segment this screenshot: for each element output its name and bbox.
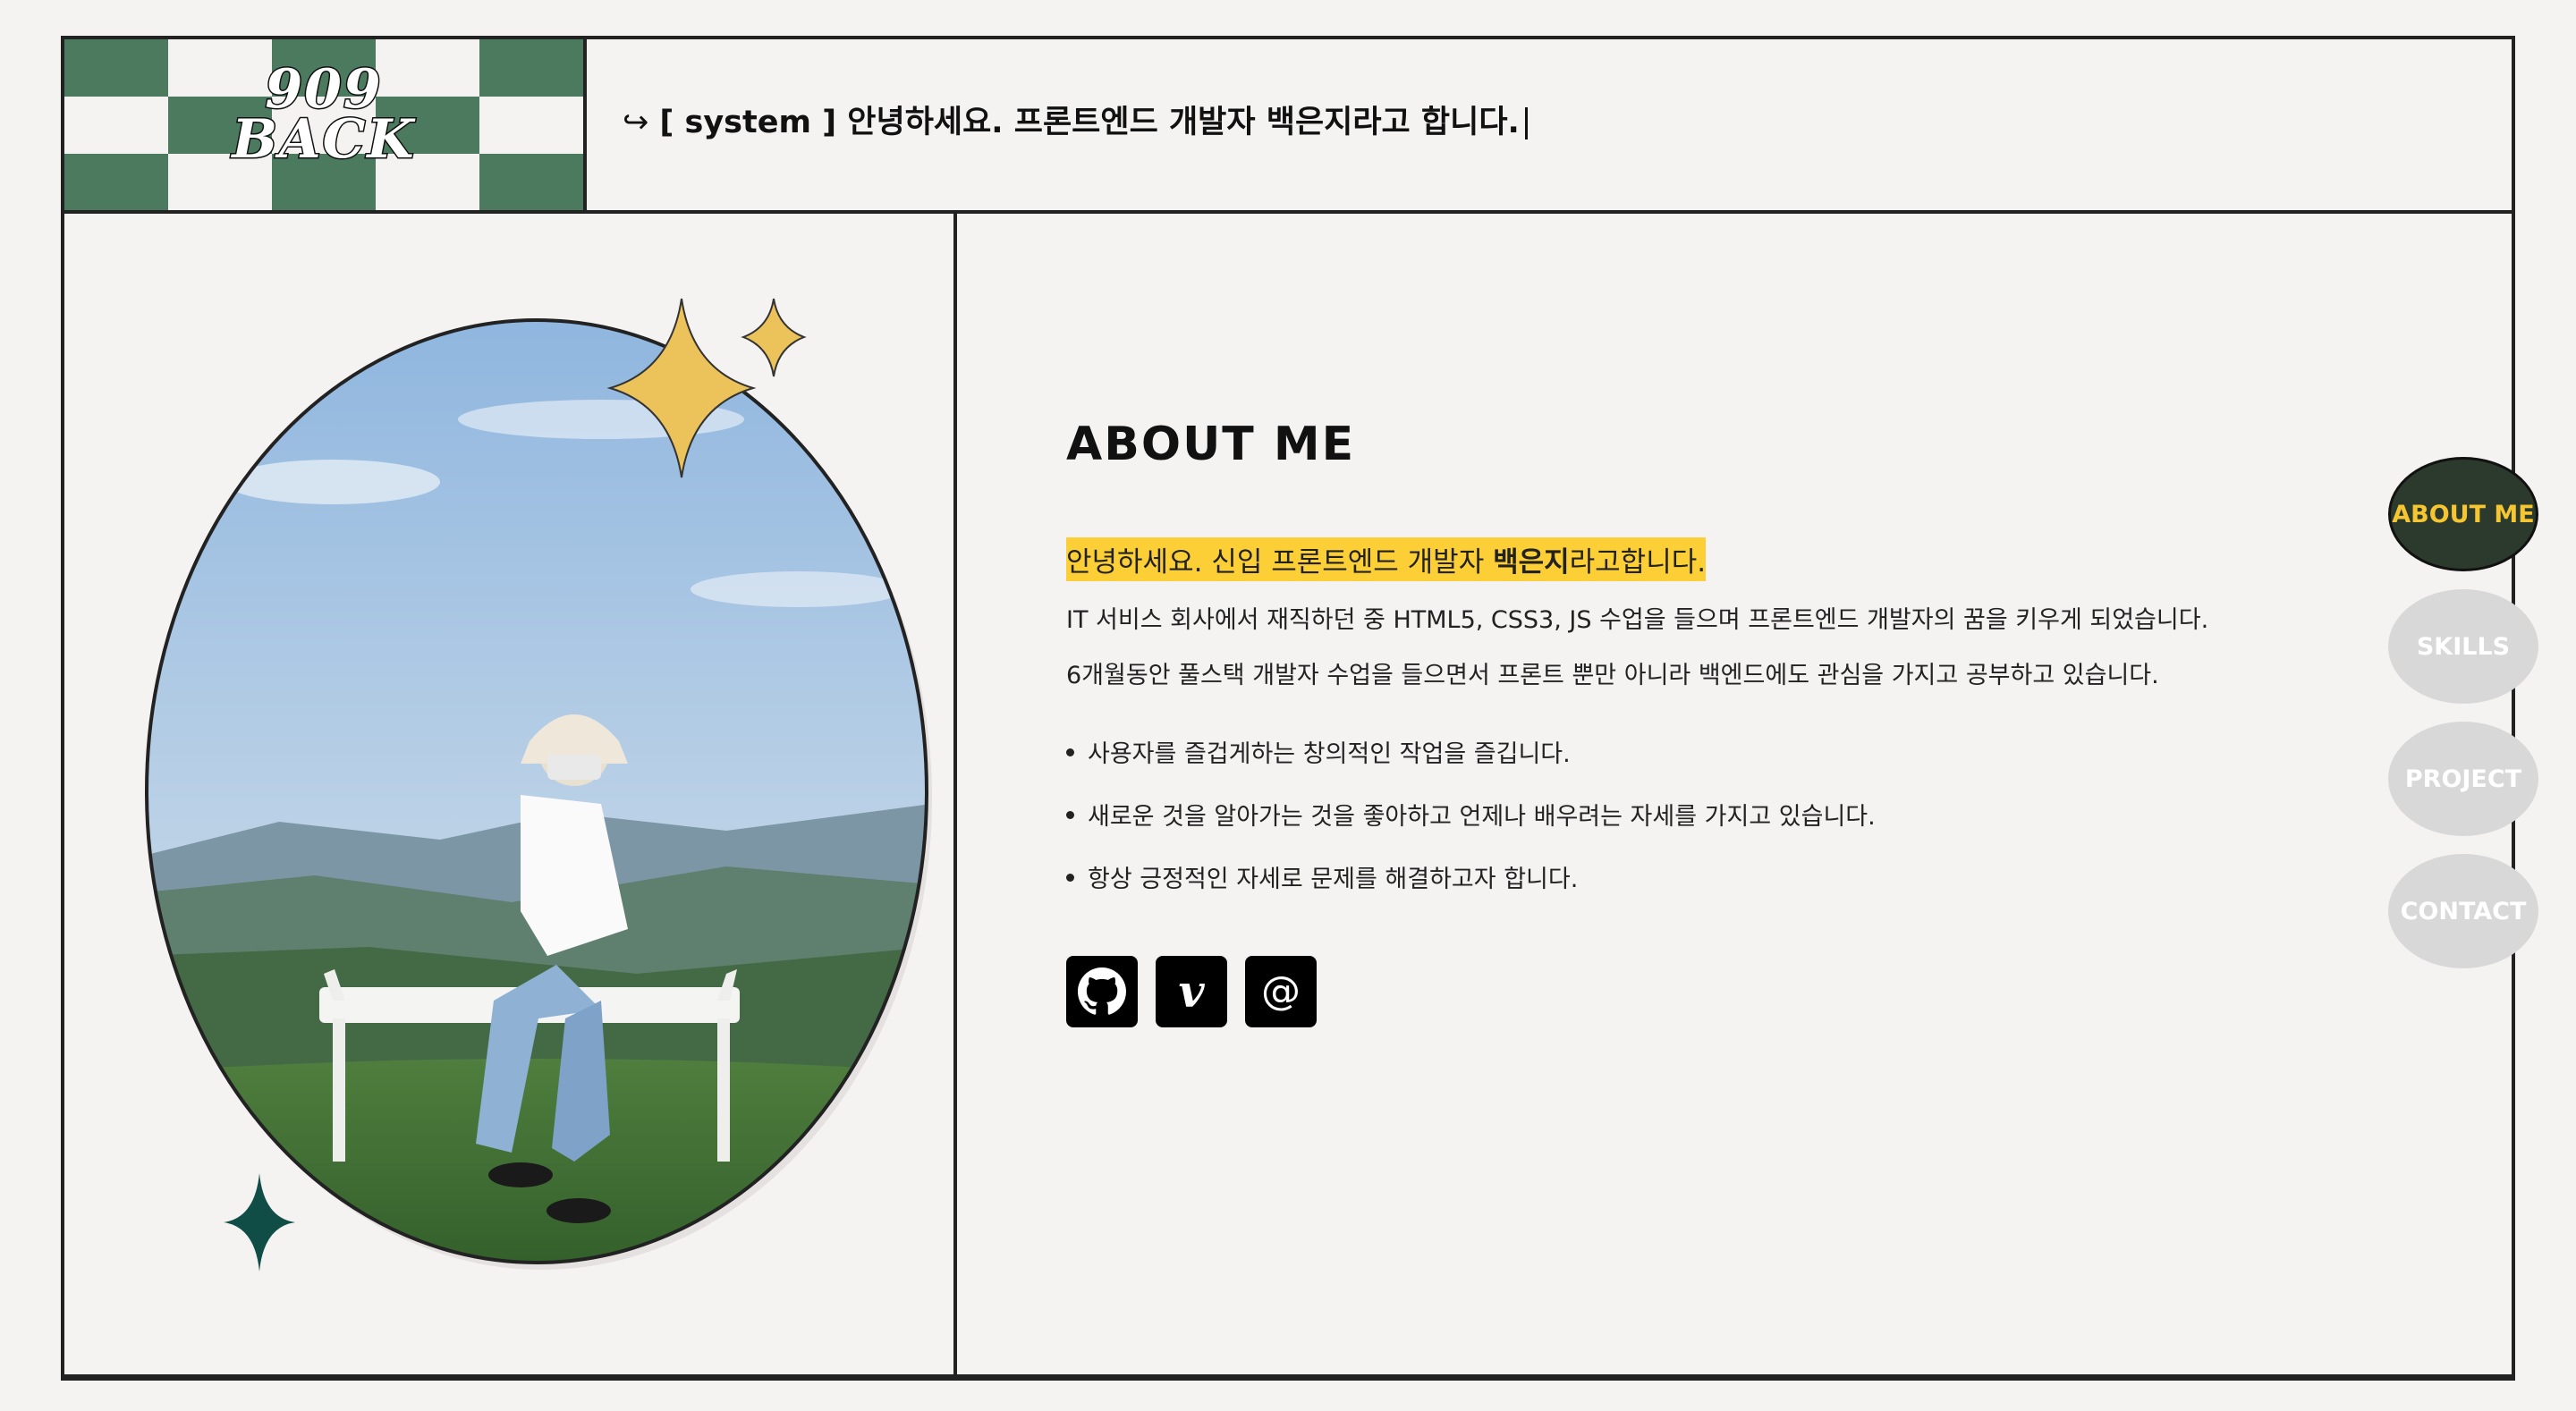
logo-line-2: BACK bbox=[231, 108, 416, 171]
profile-photo-svg bbox=[145, 298, 932, 1272]
nav-label: ABOUT ME bbox=[2392, 500, 2535, 528]
return-arrow-icon: ↪ bbox=[623, 105, 649, 140]
intro-name: 백은지 bbox=[1493, 546, 1570, 579]
nav-label: CONTACT bbox=[2400, 897, 2527, 925]
logo-line-1: 909 bbox=[264, 58, 383, 121]
portfolio-frame: 909 BACK ↪ [ system ] 안녕하세요. 프론트엔드 개발자 백은… bbox=[61, 36, 2538, 1381]
nav-label: SKILLS bbox=[2416, 632, 2511, 661]
velog-icon: v bbox=[1178, 965, 1205, 1018]
vertical-divider bbox=[953, 214, 957, 1378]
intro-prefix: 안녕하세요. 신입 프론트엔드 개발자 bbox=[1066, 546, 1494, 579]
list-item: 사용자를 즐겁게하는 창의적인 작업을 즐깁니다. bbox=[1066, 734, 1876, 797]
about-title: ABOUT ME bbox=[1066, 418, 1356, 471]
logo[interactable]: 909 BACK bbox=[64, 39, 587, 210]
header: 909 BACK ↪ [ system ] 안녕하세요. 프론트엔드 개발자 백은… bbox=[64, 39, 2512, 214]
email-link[interactable]: @ bbox=[1245, 956, 1317, 1027]
nav-contact[interactable]: CONTACT bbox=[2388, 854, 2538, 968]
github-icon bbox=[1078, 967, 1126, 1015]
intro-highlight: 안녕하세요. 신입 프론트엔드 개발자 백은지라고합니다. bbox=[1066, 537, 1707, 581]
system-message: ↪ [ system ] 안녕하세요. 프론트엔드 개발자 백은지라고 합니다. bbox=[623, 97, 1528, 142]
social-links: v @ bbox=[1066, 956, 1317, 1027]
nav-project[interactable]: PROJECT bbox=[2388, 722, 2538, 836]
feature-list: 사용자를 즐겁게하는 창의적인 작업을 즐깁니다. 새로운 것을 알아가는 것을… bbox=[1066, 734, 1876, 922]
email-icon: @ bbox=[1261, 968, 1301, 1014]
nav-label: PROJECT bbox=[2404, 765, 2522, 793]
nav-skills[interactable]: SKILLS bbox=[2388, 589, 2538, 704]
list-item: 항상 긍정적인 자세로 문제를 해결하고자 합니다. bbox=[1066, 859, 1876, 922]
list-item: 새로운 것을 알아가는 것을 좋아하고 언제나 배우려는 자세를 가지고 있습니… bbox=[1066, 797, 1876, 859]
system-text: [ system ] 안녕하세요. 프론트엔드 개발자 백은지라고 합니다. bbox=[659, 105, 1520, 140]
typing-cursor bbox=[1524, 107, 1528, 139]
nav-about-me[interactable]: ABOUT ME bbox=[2388, 457, 2538, 571]
velog-link[interactable]: v bbox=[1156, 956, 1227, 1027]
sparkle-teal-icon bbox=[224, 1173, 295, 1272]
paragraph-1: IT 서비스 회사에서 재직하던 중 HTML5, CSS3, JS 수업을 들… bbox=[1066, 606, 2209, 634]
github-link[interactable] bbox=[1066, 956, 1138, 1027]
sparkle-gold-small-icon bbox=[741, 298, 807, 377]
intro-suffix: 라고합니다. bbox=[1569, 546, 1707, 579]
logo-text: 909 BACK bbox=[64, 58, 583, 171]
profile-photo-area bbox=[100, 214, 941, 1305]
paragraph-2: 6개월동안 풀스택 개발자 수업을 들으면서 프론트 뿐만 아니라 백엔드에도 … bbox=[1066, 662, 2159, 689]
